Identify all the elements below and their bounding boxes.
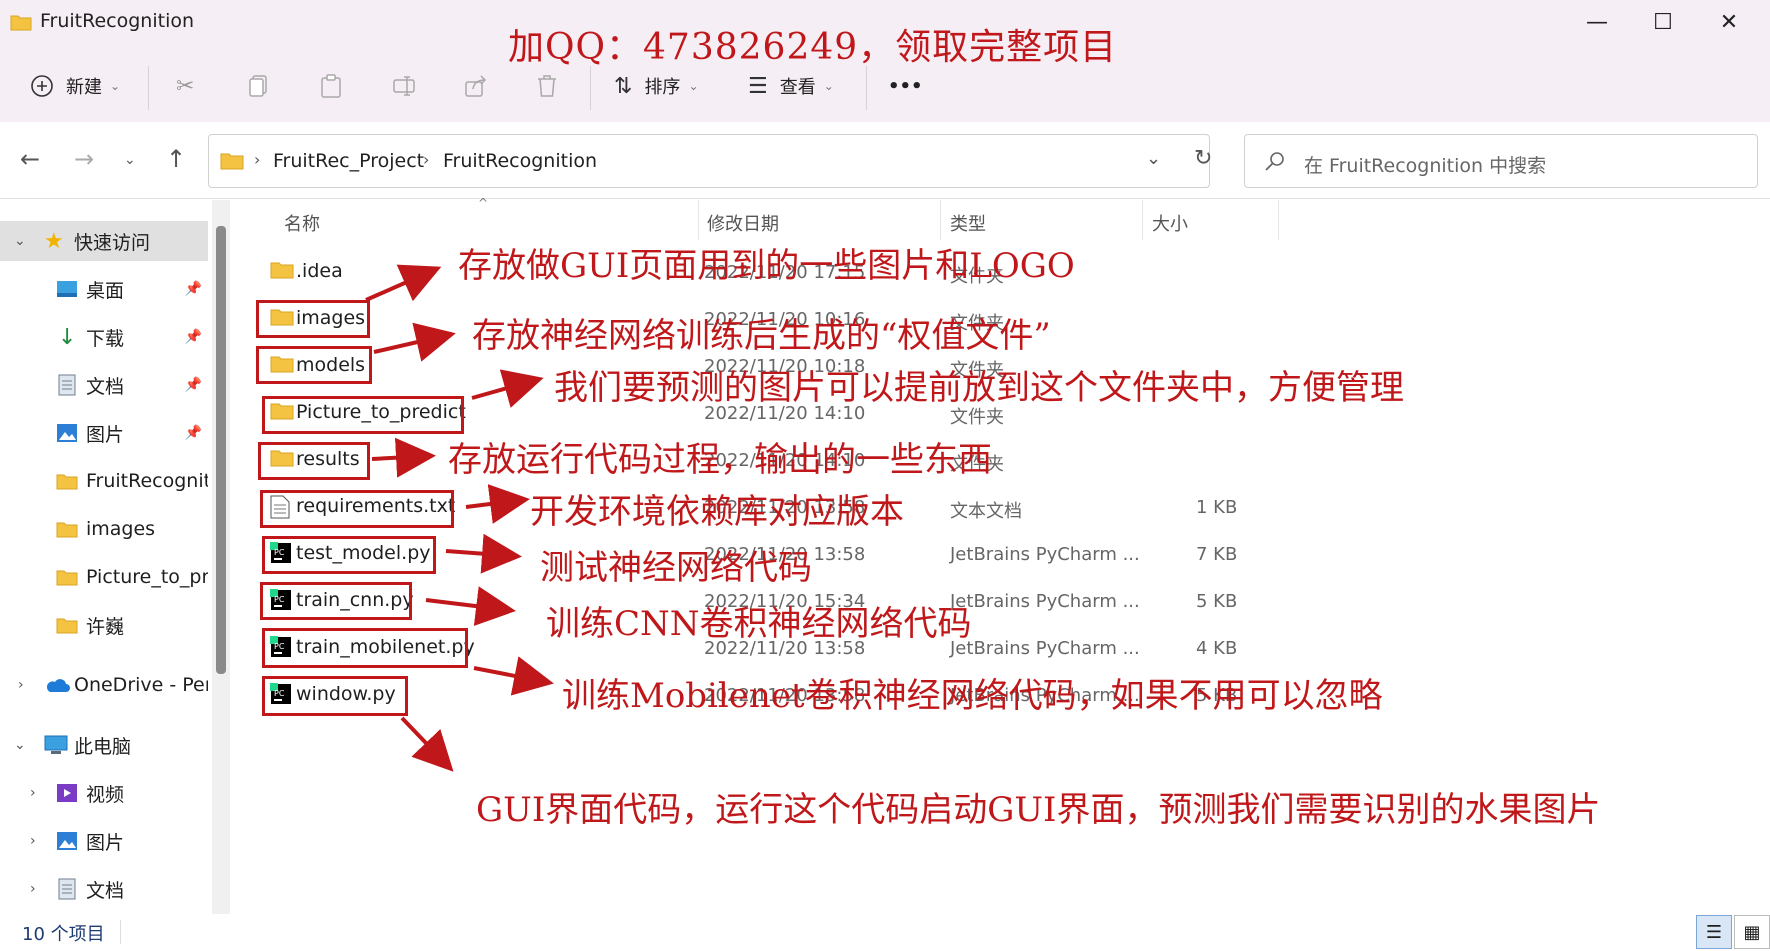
- status-bar: [0, 914, 1770, 951]
- arrow-to-results-note: [371, 437, 436, 478]
- tiles-view-button[interactable]: ▦: [1734, 915, 1770, 949]
- arrow-to-window-note: [400, 716, 454, 772]
- arrow-to-train-cnn-note: [425, 586, 516, 626]
- tiles-view-icon: ▦: [1743, 921, 1761, 943]
- arrow-to-train-mobilenet-note: [473, 656, 554, 696]
- arrow-to-picture-note: [471, 369, 544, 408]
- details-view-icon: ☰: [1705, 921, 1723, 943]
- status-separator: [120, 920, 121, 944]
- item-count: 10 个项目: [22, 924, 105, 945]
- arrow-to-requirements-note: [465, 484, 530, 524]
- arrow-to-images-note: [365, 264, 442, 302]
- details-view-button[interactable]: ☰: [1696, 915, 1732, 949]
- annotation-arrows: [365, 264, 554, 772]
- arrow-to-test-model-note: [445, 533, 522, 574]
- arrow-to-models-note: [373, 322, 456, 362]
